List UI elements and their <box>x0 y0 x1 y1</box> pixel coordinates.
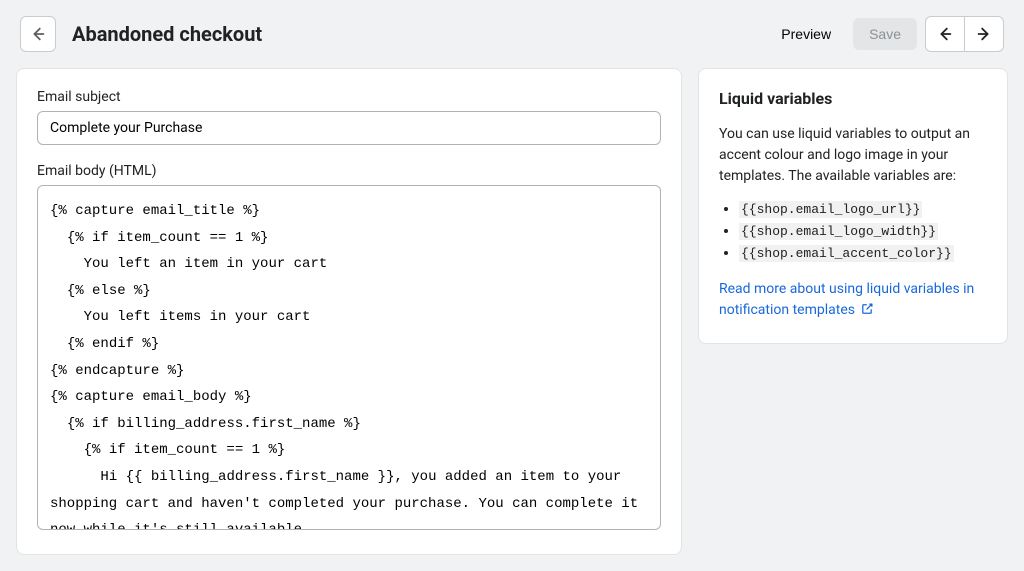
arrow-left-icon <box>29 25 47 43</box>
variable-code: {{shop.email_logo_url}} <box>739 201 922 218</box>
subject-label: Email subject <box>37 89 661 105</box>
sidebar-description: You can use liquid variables to output a… <box>719 124 987 187</box>
list-item: {{shop.email_logo_url}} <box>739 201 987 217</box>
sidebar-title: Liquid variables <box>719 89 987 108</box>
body-label: Email body (HTML) <box>37 163 661 179</box>
preview-button[interactable]: Preview <box>767 18 845 50</box>
pagination-group <box>925 16 1004 52</box>
subject-input[interactable] <box>37 111 661 145</box>
save-button: Save <box>853 18 917 50</box>
editor-card: Email subject Email body (HTML) <box>16 68 682 555</box>
page-header: Abandoned checkout Preview Save <box>0 0 1024 68</box>
variable-code: {{shop.email_accent_color}} <box>739 245 954 262</box>
learn-more-link[interactable]: Read more about using liquid variables i… <box>719 281 974 318</box>
prev-button[interactable] <box>925 16 965 52</box>
arrow-right-icon <box>975 25 993 43</box>
back-button[interactable] <box>20 16 56 52</box>
list-item: {{shop.email_accent_color}} <box>739 245 987 261</box>
external-link-icon <box>860 302 874 323</box>
next-button[interactable] <box>964 16 1004 52</box>
variables-list: {{shop.email_logo_url}} {{shop.email_log… <box>719 201 987 261</box>
header-actions: Preview Save <box>767 16 1004 52</box>
page-title: Abandoned checkout <box>72 22 751 46</box>
link-text: Read more about using liquid variables i… <box>719 281 974 318</box>
variable-code: {{shop.email_logo_width}} <box>739 223 938 240</box>
content-layout: Email subject Email body (HTML) Liquid v… <box>0 68 1024 571</box>
liquid-variables-card: Liquid variables You can use liquid vari… <box>698 68 1008 344</box>
body-textarea[interactable] <box>37 185 661 530</box>
arrow-left-icon <box>936 25 954 43</box>
list-item: {{shop.email_logo_width}} <box>739 223 987 239</box>
